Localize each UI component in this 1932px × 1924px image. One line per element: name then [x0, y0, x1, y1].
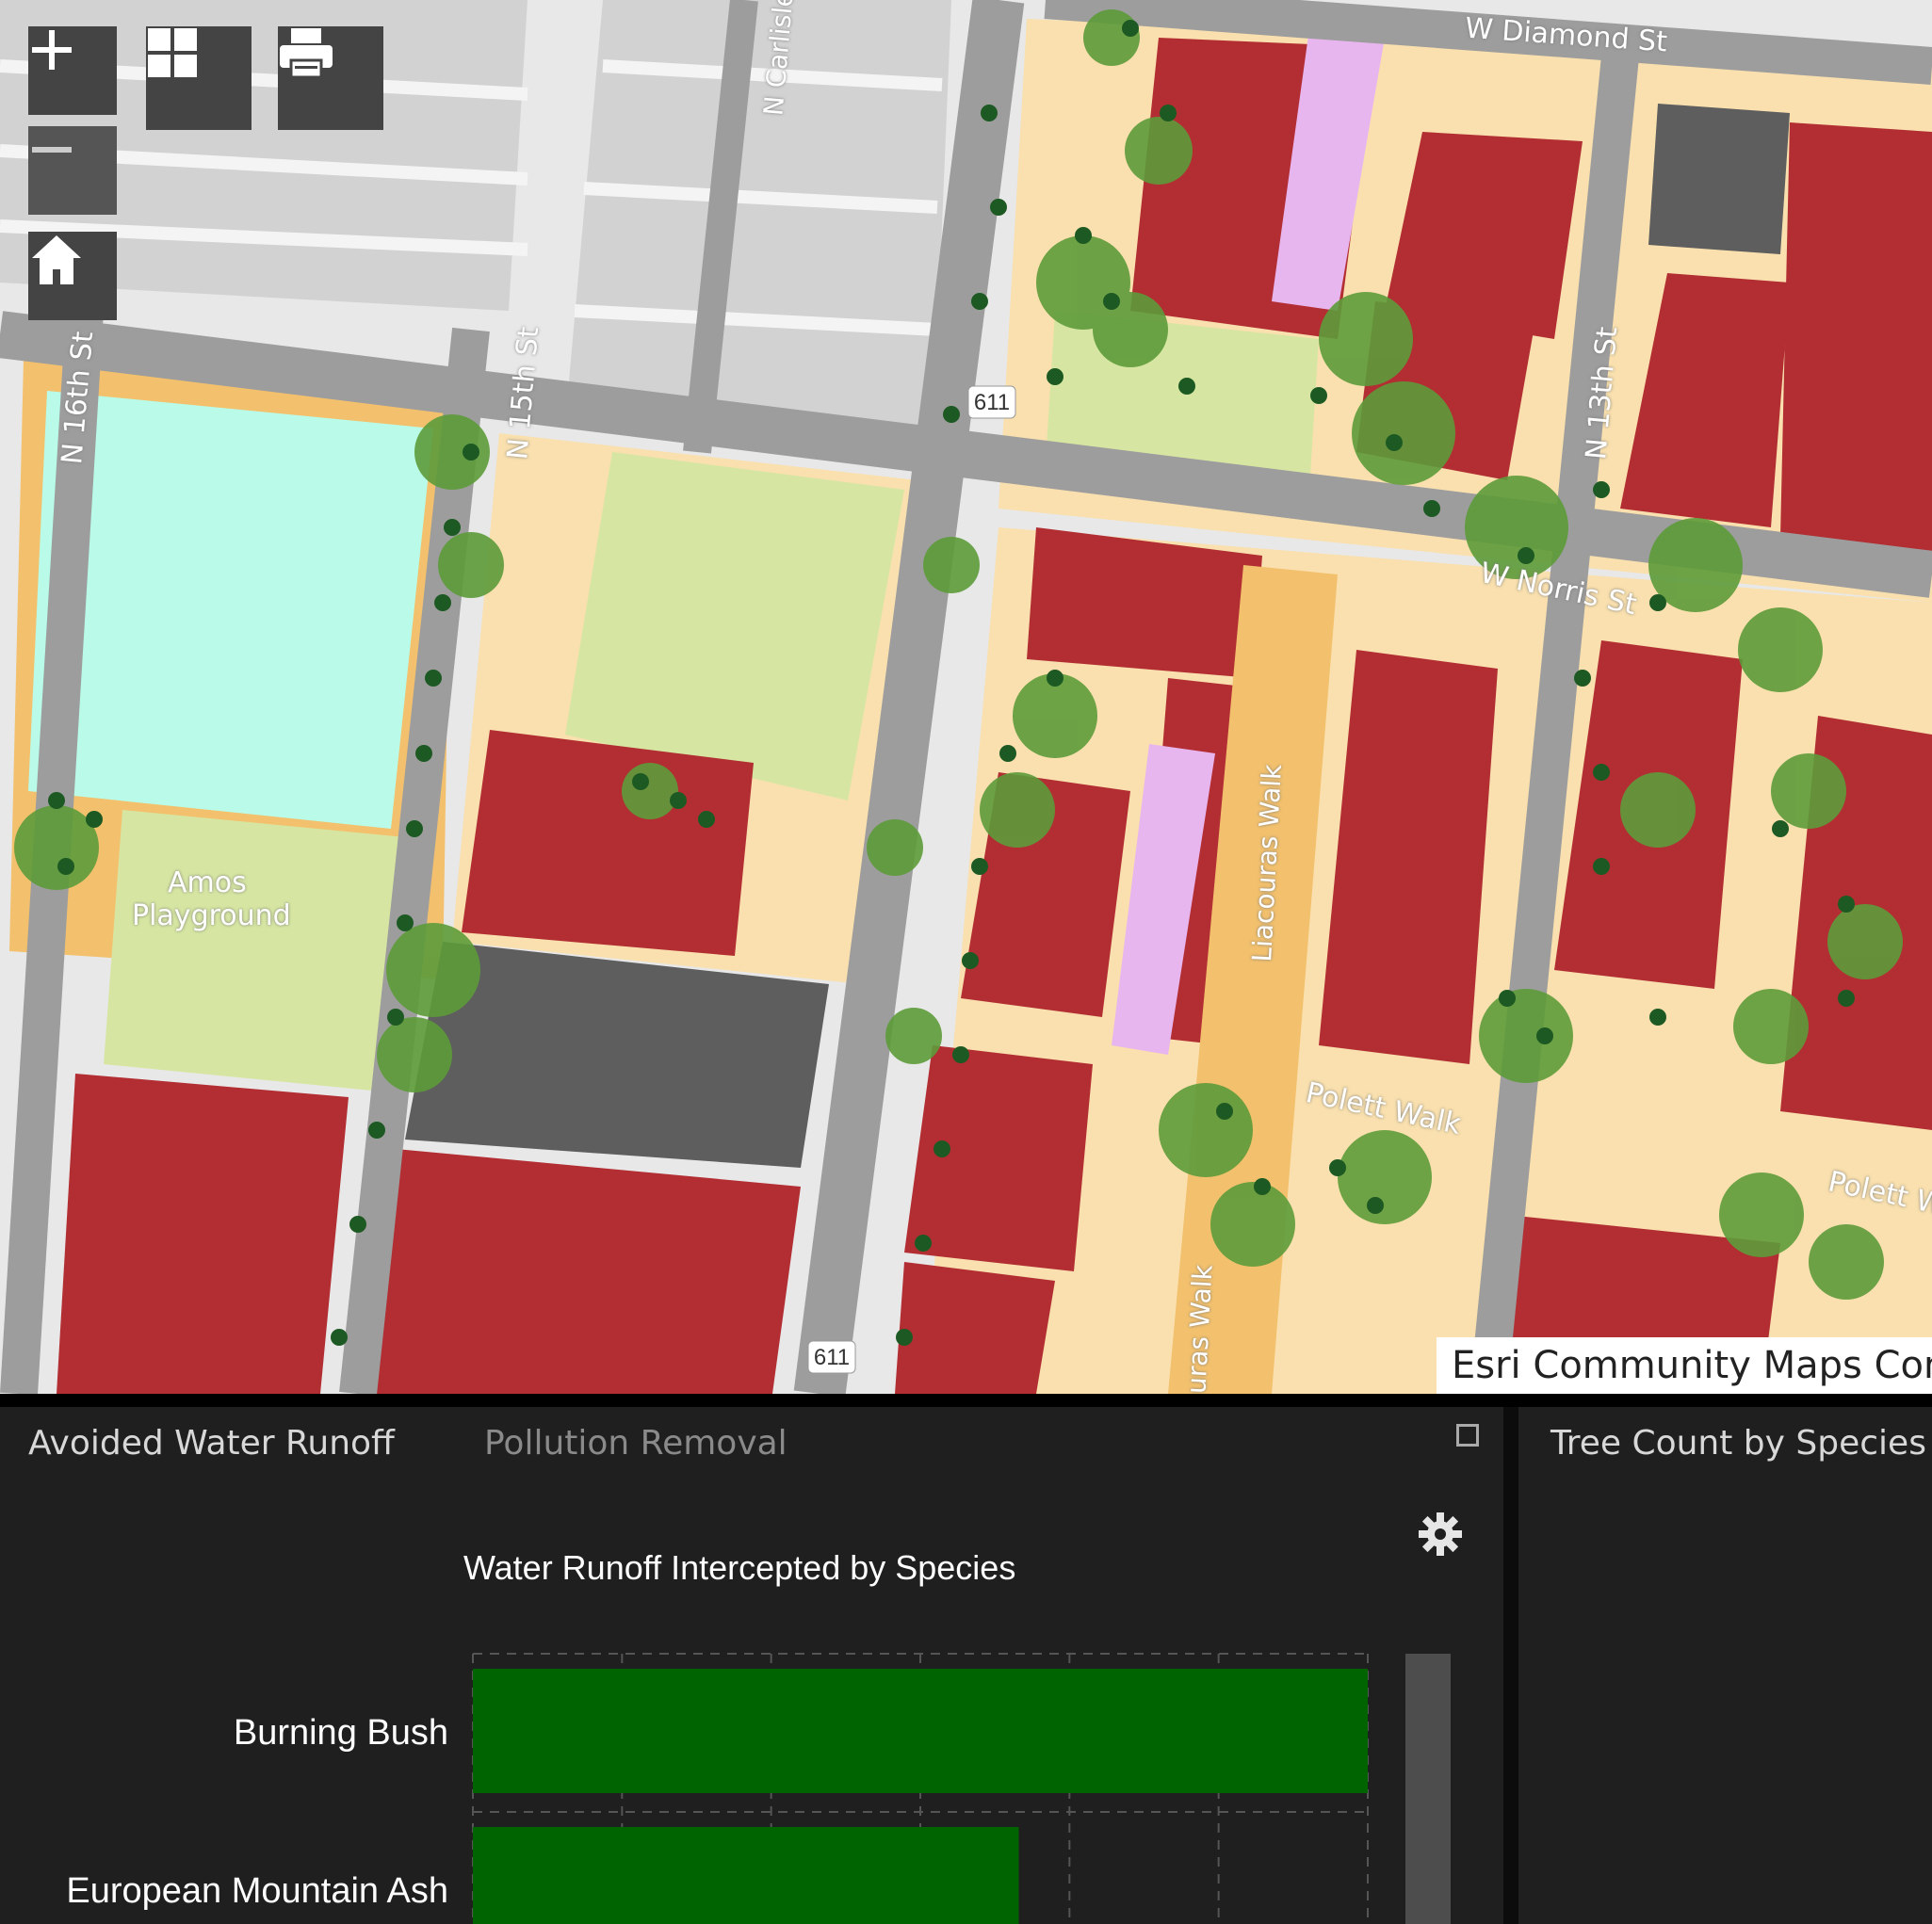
minus-icon [32, 147, 72, 153]
bar-chart: Burning Bush European Mountain Ash [66, 1653, 1369, 1924]
bar-burning-bush[interactable] [473, 1669, 1368, 1793]
grid-icon [148, 28, 197, 77]
building-gray [1648, 104, 1790, 254]
zoom-out-button[interactable] [28, 126, 117, 215]
park-area [104, 810, 414, 1092]
basemap-gallery-button[interactable] [146, 26, 252, 130]
chart-panel: Avoided Water Runoff Pollution Removal W… [0, 1407, 1503, 1924]
map-canvas[interactable] [0, 0, 1932, 1394]
printer-icon [280, 28, 333, 79]
home-icon [32, 235, 81, 284]
home-button[interactable] [28, 232, 117, 320]
category-label: Burning Bush [234, 1713, 448, 1753]
route-label-611-upper: 611 [973, 390, 1011, 415]
zoom-in-button[interactable] [28, 26, 117, 115]
park-label-playground: Playground [132, 899, 291, 932]
tab-tree-count-by-species[interactable]: Tree Count by Species [1550, 1424, 1926, 1463]
tree-count-panel: Tree Count by Species [1518, 1407, 1932, 1924]
map-attribution: Esri Community Maps Cont [1437, 1337, 1932, 1394]
building [895, 1262, 1055, 1394]
panel-separator [1503, 1407, 1518, 1924]
chart-scrollbar[interactable] [1405, 1654, 1451, 1924]
panel-divider [0, 1394, 1932, 1407]
plus-icon [32, 30, 72, 70]
route-label-611-lower: 611 [813, 1345, 851, 1370]
map-view[interactable]: W Diamond St N Carlisle N 16th St N 15th… [0, 0, 1932, 1394]
building [904, 1045, 1093, 1271]
category-label: European Mountain Ash [66, 1871, 448, 1911]
building [367, 1149, 801, 1394]
park-label-amos: Amos [168, 866, 247, 899]
print-button[interactable] [278, 26, 383, 130]
building [1780, 122, 1932, 556]
bar-european-mountain-ash[interactable] [473, 1827, 1019, 1924]
building [57, 1074, 349, 1394]
building [462, 730, 754, 956]
